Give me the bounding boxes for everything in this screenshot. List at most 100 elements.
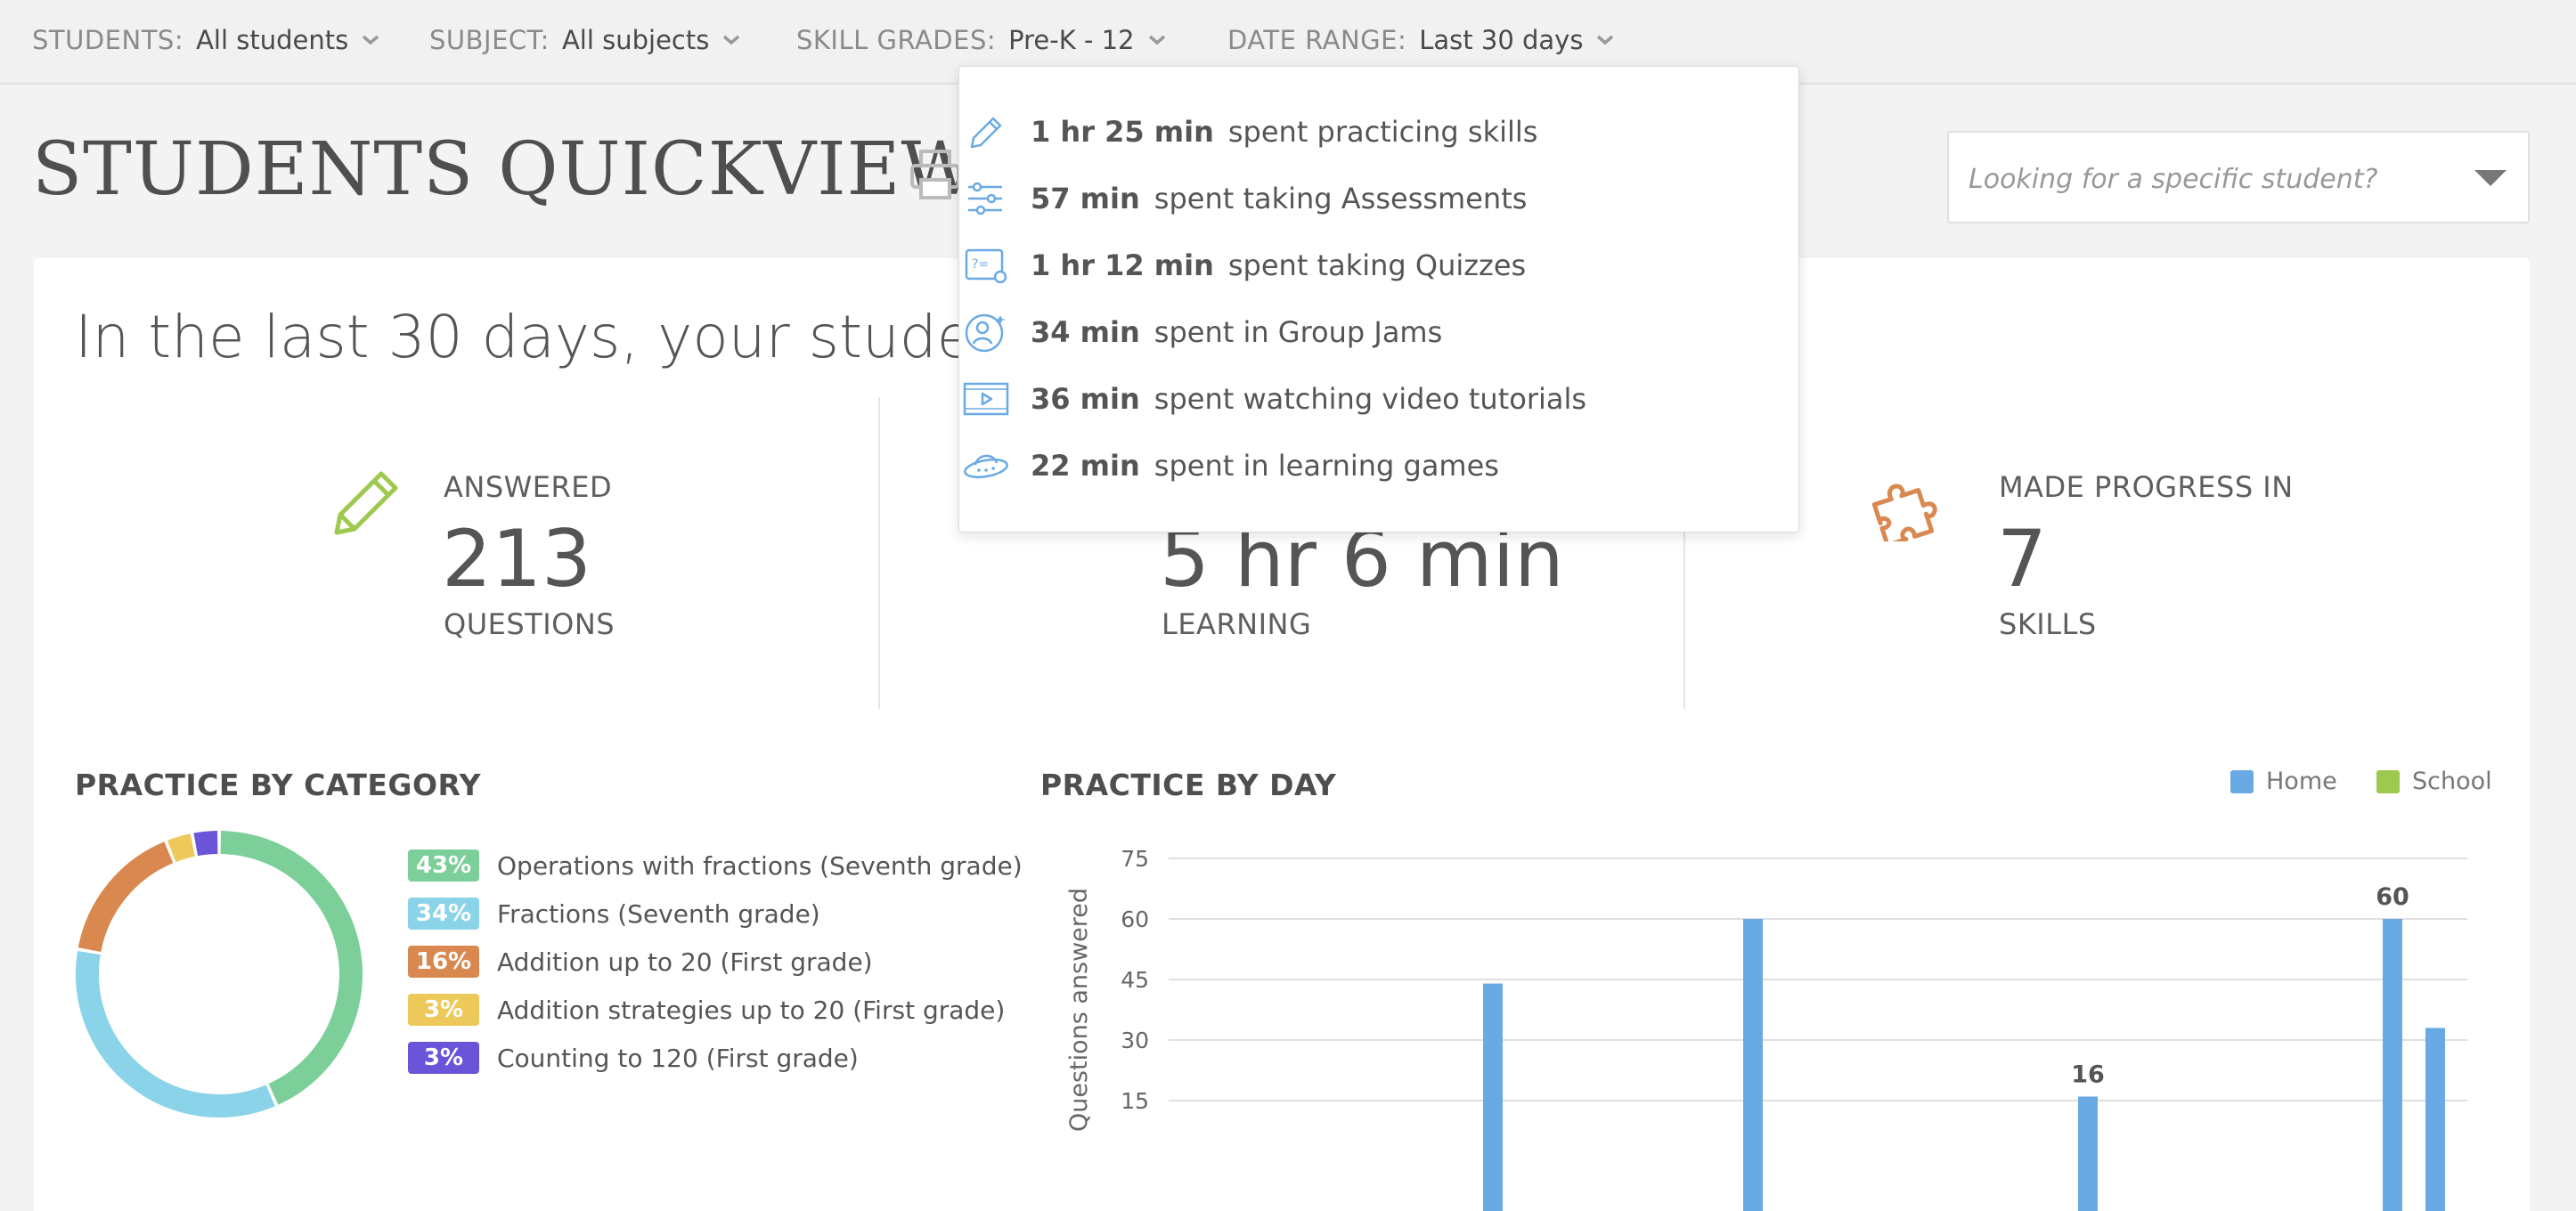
chevron-down-icon — [1597, 35, 1614, 45]
student-search[interactable] — [1947, 131, 2530, 224]
time-breakdown-item: 36 min spent watching video tutorials — [963, 375, 1587, 423]
category-section-title: PRACTICE BY CATEGORY — [75, 768, 482, 802]
percent-badge: 3% — [408, 994, 479, 1026]
y-axis-label: Questions answered — [1065, 888, 1093, 1132]
duration: 57 min — [1031, 182, 1140, 215]
time-breakdown-popover: 1 hr 25 min spent practicing skills 57 m… — [958, 66, 1799, 532]
date-range-filter[interactable]: DATE RANGE: Last 30 days — [1227, 25, 1615, 55]
y-tick-label: 15 — [1121, 1088, 1149, 1114]
page-title: STUDENTS QUICKVIEW — [32, 127, 977, 212]
chevron-down-icon — [1148, 35, 1165, 45]
time-breakdown-item: 57 min spent taking Assessments — [968, 175, 1528, 223]
bar-data-label: 60 — [2376, 883, 2409, 911]
activity: spent in Group Jams — [1153, 315, 1443, 349]
category-legend-item: 3% Counting to 120 (First grade) — [408, 1040, 859, 1076]
legend-home: Home — [2230, 768, 2337, 795]
activity: spent practicing skills — [1227, 115, 1538, 149]
category-donut-chart — [76, 831, 363, 1118]
subject-filter[interactable]: SUBJECT: All subjects — [429, 25, 741, 55]
bar-data-label: 16 — [2071, 1061, 2105, 1088]
percent-badge: 34% — [408, 898, 479, 930]
duration: 1 hr 25 min — [1031, 115, 1214, 149]
category-legend-item: 34% Fractions (Seventh grade) — [408, 896, 820, 931]
chevron-down-icon — [363, 35, 379, 45]
legend-label: Home — [2266, 768, 2337, 795]
duration: 1 hr 12 min — [1031, 248, 1214, 282]
svg-text:?=: ?= — [972, 257, 989, 272]
time-breakdown-item: 22 min spent in learning games — [964, 442, 1499, 490]
student-search-input[interactable] — [1969, 159, 2467, 199]
activity: spent in learning games — [1153, 449, 1499, 483]
percent-badge: 16% — [408, 946, 479, 978]
legend-swatch — [2376, 769, 2400, 793]
filter-label: SKILL GRADES: — [796, 25, 997, 55]
filter-label: SUBJECT: — [429, 25, 550, 55]
bar-home[interactable] — [1743, 919, 1763, 1211]
skill-grades-filter[interactable]: SKILL GRADES: Pre-K - 12 — [796, 25, 1167, 55]
bar-home[interactable] — [2425, 1028, 2445, 1211]
percent-badge: 43% — [408, 849, 479, 882]
category-legend-item: 16% Addition up to 20 (First grade) — [408, 944, 873, 979]
stat-value: 7 — [1997, 513, 2047, 605]
sliders-icon — [968, 182, 1002, 215]
filter-label: DATE RANGE: — [1227, 25, 1407, 55]
filter-value: Last 30 days — [1419, 25, 1584, 55]
video-icon — [963, 382, 1009, 416]
duration: 36 min — [1031, 382, 1140, 416]
donut-slice — [77, 841, 174, 953]
y-tick-label: 30 — [1121, 1028, 1149, 1053]
pencil-icon — [970, 117, 1002, 149]
summary-headline: In the last 30 days, your students l — [75, 303, 1099, 371]
bar-home[interactable] — [1483, 983, 1503, 1211]
activity: spent watching video tutorials — [1153, 382, 1587, 416]
category-name: Addition up to 20 (First grade) — [497, 947, 873, 977]
bar-home[interactable] — [2078, 1096, 2098, 1211]
activity: spent taking Assessments — [1153, 182, 1528, 215]
duration: 22 min — [1031, 449, 1140, 483]
stat-label-bottom: QUESTIONS — [444, 607, 615, 641]
stat-label-top: MADE PROGRESS IN — [1999, 470, 2294, 504]
y-tick-label: 75 — [1121, 846, 1149, 872]
filter-value: All subjects — [561, 25, 710, 55]
category-name: Counting to 120 (First grade) — [497, 1043, 859, 1073]
y-tick-label: 60 — [1121, 906, 1149, 932]
day-section-title: PRACTICE BY DAY — [1040, 768, 1337, 802]
print-icon[interactable] — [909, 148, 962, 201]
y-tick-label: 45 — [1121, 967, 1149, 993]
filter-label: STUDENTS: — [32, 25, 184, 55]
divider — [878, 397, 880, 709]
stat-value: 213 — [442, 513, 591, 605]
caret-down-icon[interactable] — [2474, 170, 2507, 186]
group-jam-icon — [965, 313, 1006, 353]
category-name: Fractions (Seventh grade) — [497, 898, 820, 929]
stat-label-bottom: LEARNING — [1162, 607, 1312, 641]
time-breakdown-item: ?= 1 hr 12 min spent taking Quizzes — [965, 241, 1527, 289]
category-name: Operations with fractions (Seventh grade… — [497, 850, 1023, 881]
bar-home[interactable] — [2383, 919, 2402, 1211]
duration: 34 min — [1031, 315, 1140, 349]
stat-label-bottom: SKILLS — [1999, 607, 2097, 641]
legend-label: School — [2412, 768, 2492, 795]
chevron-down-icon — [723, 35, 740, 45]
practice-by-day-chart: 15 30 45 60 75 Questions answered 16 60 — [1065, 846, 2467, 1211]
time-breakdown-item: 1 hr 25 min spent practicing skills — [970, 108, 1538, 156]
category-legend-item: 43% Operations with fractions (Seventh g… — [408, 848, 1023, 883]
filter-value: All students — [196, 25, 349, 55]
pencil-icon — [334, 471, 398, 535]
donut-slice — [167, 833, 196, 863]
quiz-icon: ?= — [965, 248, 1007, 284]
legend-swatch — [2230, 769, 2254, 793]
stat-label-top: ANSWERED — [444, 470, 613, 504]
donut-slice — [193, 831, 218, 857]
students-filter[interactable]: STUDENTS: All students — [32, 25, 380, 55]
donut-slice — [76, 950, 275, 1118]
legend-school: School — [2376, 768, 2492, 795]
percent-badge: 3% — [408, 1042, 479, 1074]
time-breakdown-item: 34 min spent in Group Jams — [965, 308, 1443, 356]
donut-slice — [220, 831, 363, 1105]
filter-value: Pre-K - 12 — [1008, 25, 1135, 55]
category-legend-item: 3% Addition strategies up to 20 (First g… — [408, 992, 1005, 1028]
category-name: Addition strategies up to 20 (First grad… — [497, 995, 1006, 1025]
ufo-icon — [964, 454, 1008, 479]
activity: spent taking Quizzes — [1227, 248, 1527, 282]
